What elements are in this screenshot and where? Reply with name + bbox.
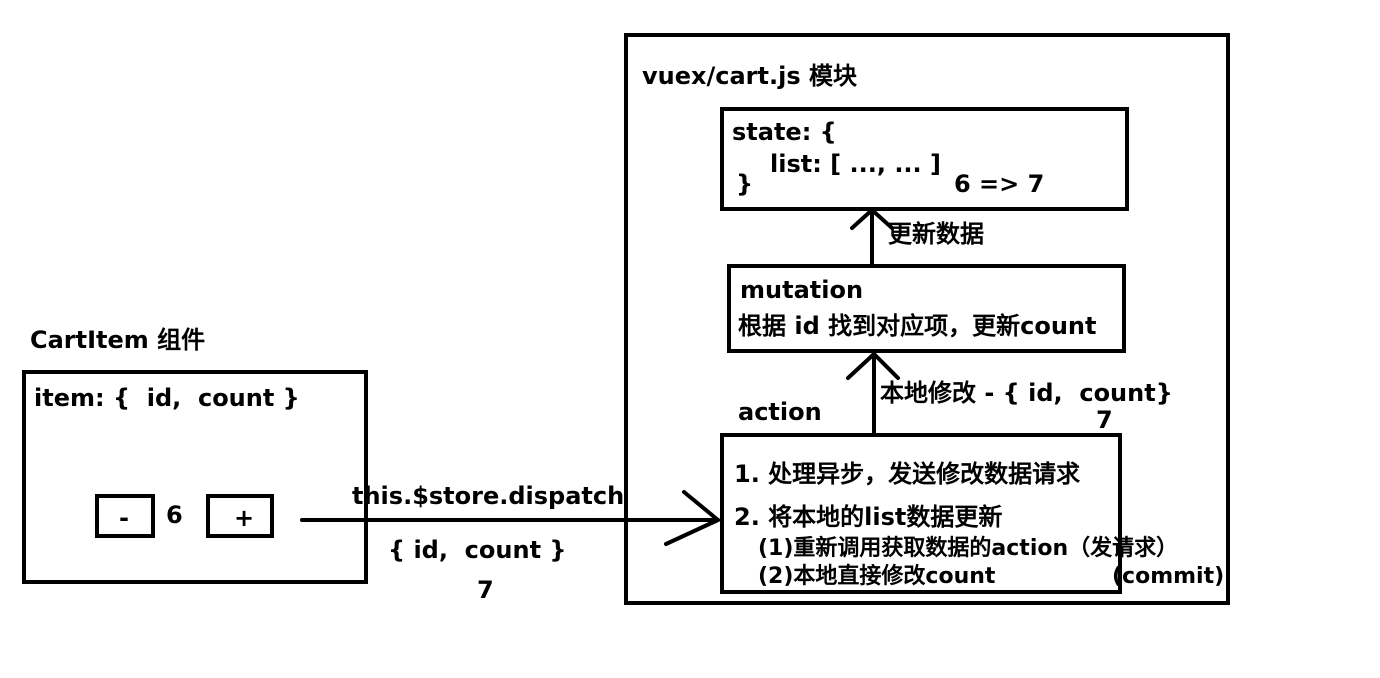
action-line4: (2)本地直接修改count: [758, 564, 996, 589]
action-line3: (1)重新调用获取数据的action（发请求）: [758, 536, 1179, 561]
state-line3: }: [736, 170, 754, 198]
action-line1: 1. 处理异步，发送修改数据请求: [734, 460, 1081, 488]
component-heading: CartItem 组件: [30, 326, 206, 354]
mutation-desc: 根据 id 找到对应项，更新count: [738, 312, 1097, 340]
local-edit-value: 7: [1096, 406, 1113, 434]
plus-label: +: [234, 504, 255, 532]
action-title: action: [738, 398, 822, 426]
state-line2: list: [ ..., ... ]: [770, 150, 941, 178]
state-change: 6 => 7: [954, 170, 1045, 198]
action-line4-note: (commit): [1112, 564, 1225, 589]
update-label: 更新数据: [888, 220, 984, 248]
state-line1: state: {: [732, 118, 837, 146]
minus-label: -: [119, 504, 129, 532]
component-item-text: item: { id, count }: [34, 384, 300, 412]
dispatch-call: this.$store.dispatch: [352, 482, 625, 510]
module-heading: vuex/cart.js 模块: [642, 62, 857, 90]
minus-button[interactable]: -: [95, 494, 155, 538]
plus-button[interactable]: +: [206, 494, 274, 538]
local-edit-label: 本地修改 - { id, count}: [880, 379, 1173, 407]
count-value: 6: [166, 501, 183, 529]
action-line2: 2. 将本地的list数据更新: [734, 503, 1003, 531]
mutation-title: mutation: [740, 276, 864, 304]
dispatch-payload: { id, count }: [388, 536, 567, 564]
dispatch-new-value: 7: [477, 576, 494, 604]
